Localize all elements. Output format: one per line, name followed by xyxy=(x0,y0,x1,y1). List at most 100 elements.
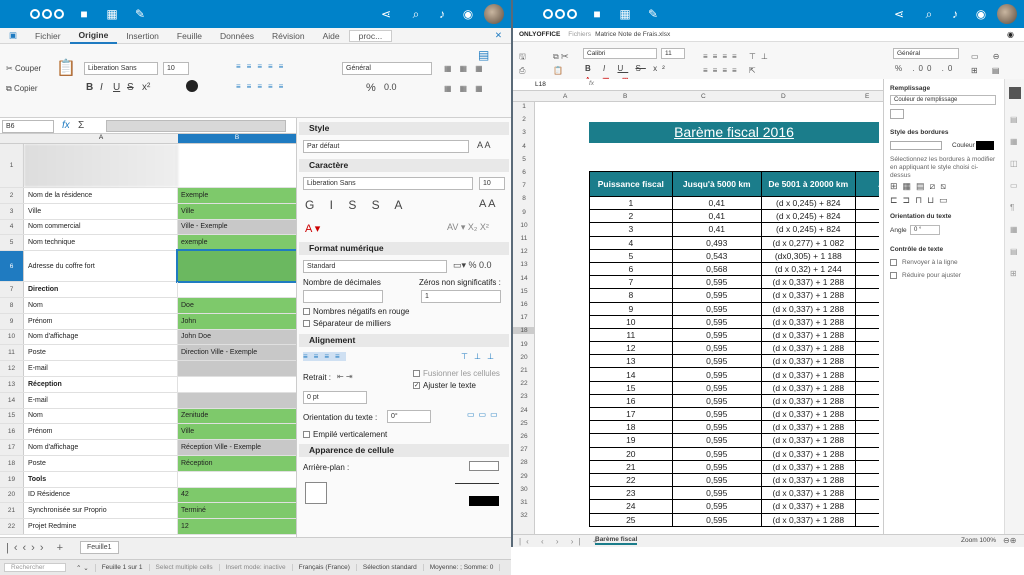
table-cell[interactable]: 10 xyxy=(589,314,673,329)
table-cell[interactable]: 14 xyxy=(589,367,673,382)
table-cell[interactable]: 21 xyxy=(589,459,673,474)
table-cell[interactable]: (d x 0,337) + 1 288 xyxy=(760,327,856,343)
align-icons-2[interactable]: ≡≡≡≡≡ xyxy=(236,82,289,91)
superscript-button[interactable]: x² xyxy=(142,82,150,93)
formula-input[interactable] xyxy=(106,120,286,132)
cell-a[interactable]: Synchronisée sur Proprio xyxy=(24,503,178,519)
cell-b[interactable]: Ville xyxy=(178,203,296,219)
table-row[interactable]: 7 Direction xyxy=(0,282,296,298)
table-cell[interactable]: 0,595 xyxy=(671,486,762,501)
cell-appearance-section-header[interactable]: Apparence de cellule xyxy=(299,444,509,457)
sheet-nav-buttons[interactable]: |‹‹›› + xyxy=(6,542,68,554)
column-header-b[interactable]: B xyxy=(178,134,296,143)
table-cell[interactable]: 0,595 xyxy=(671,420,762,435)
search-icon[interactable]: ⌕ xyxy=(402,7,430,22)
tab-insertion[interactable]: Insertion xyxy=(117,31,168,41)
table-cell[interactable]: (d x 0,337) + 1 288 xyxy=(760,288,856,303)
row-number[interactable]: 6 xyxy=(0,251,24,282)
row-number[interactable]: 19 xyxy=(513,341,535,348)
row-number[interactable]: 28 xyxy=(513,459,535,466)
table-cell[interactable]: d x 0 xyxy=(854,472,879,488)
column-header-d[interactable]: D xyxy=(781,93,786,100)
cell-a[interactable]: ID Résidence xyxy=(24,487,178,503)
cell-a[interactable]: Nom xyxy=(24,298,178,313)
table-cell[interactable]: d x 0 xyxy=(854,248,879,263)
table-cell[interactable]: 0,595 xyxy=(671,380,762,395)
settings-wrench-icon[interactable]: ✎ xyxy=(126,7,154,21)
table-cell[interactable]: d x 0 xyxy=(854,275,879,290)
cell-b[interactable] xyxy=(178,282,296,297)
row-number[interactable]: 5 xyxy=(0,235,24,251)
table-cell[interactable]: 20 xyxy=(589,446,673,461)
header-puissance[interactable]: Puissance fiscal xyxy=(589,171,673,197)
table-cell[interactable]: 6 xyxy=(589,261,673,277)
row-number[interactable]: 23 xyxy=(513,393,535,400)
row-number[interactable]: 24 xyxy=(513,407,535,414)
notifications-icon[interactable]: ♪ xyxy=(941,7,969,21)
row-number[interactable]: 22 xyxy=(513,380,535,387)
name-box[interactable]: B6 xyxy=(2,120,54,133)
table-cell[interactable]: 0,595 xyxy=(671,275,762,290)
table-cell[interactable]: d x 0 xyxy=(854,499,879,514)
table-cell[interactable]: d x 0 xyxy=(854,222,879,237)
row-number[interactable]: 30 xyxy=(513,486,535,493)
files-icon[interactable]: ■ xyxy=(583,7,611,21)
table-cell[interactable]: 23 xyxy=(589,486,673,501)
table-row[interactable]: 15 Nom Zenitude xyxy=(0,408,296,425)
table-cell[interactable]: d x 0 xyxy=(854,406,879,422)
table-row[interactable]: 19 Tools xyxy=(0,471,296,488)
decimals-spinner[interactable] xyxy=(303,290,383,303)
wrap-text-checkbox[interactable]: ✓ xyxy=(413,382,420,389)
table-cell[interactable]: (d x 0,245) + 824 xyxy=(760,195,856,211)
table-cell[interactable]: d x 0 xyxy=(854,235,879,250)
font-color-icon[interactable] xyxy=(186,80,198,92)
font-color-button[interactable]: A ▾ xyxy=(305,222,320,235)
align-icons[interactable]: ≡≡≡≡≡ xyxy=(236,62,289,71)
share-icon[interactable]: ⋖ xyxy=(372,7,400,21)
table-cell[interactable]: d x 0 xyxy=(854,420,879,435)
cell-a[interactable]: Nom technique xyxy=(24,235,178,251)
table-cell[interactable]: d x 0 xyxy=(854,195,879,211)
cell-b[interactable]: Doe xyxy=(178,298,296,313)
settings-wrench-icon[interactable]: ✎ xyxy=(639,7,667,21)
table-cell[interactable]: 7 xyxy=(589,275,673,290)
row-number[interactable]: 18 xyxy=(513,327,535,335)
sidebar-toggle-icon[interactable]: ▤ xyxy=(478,48,489,62)
negative-red-checkbox[interactable] xyxy=(303,308,310,315)
cell-borders-button[interactable] xyxy=(305,482,327,504)
cell-a[interactable]: Poste xyxy=(24,345,178,361)
cell-b[interactable] xyxy=(178,361,296,376)
row-number[interactable]: 11 xyxy=(0,345,24,361)
oo-sheet-nav[interactable]: |‹ ‹ › ›| + xyxy=(519,537,602,546)
row-number[interactable]: 16 xyxy=(513,301,535,308)
orientation-select[interactable]: 0° xyxy=(387,410,431,423)
table-cell[interactable]: 0,595 xyxy=(671,446,762,461)
table-cell[interactable]: 0,595 xyxy=(671,433,762,448)
row-number[interactable]: 4 xyxy=(513,143,535,150)
row-number[interactable]: 2 xyxy=(0,188,24,203)
cell-a[interactable]: E-mail xyxy=(24,392,178,408)
row-number[interactable]: 7 xyxy=(0,282,24,297)
number-format-icons[interactable]: ▭▾ % 0.0 xyxy=(453,260,492,271)
table-row[interactable]: 13 Réception xyxy=(0,377,296,393)
row-number[interactable]: 32 xyxy=(513,512,535,519)
share-icon[interactable]: ⋖ xyxy=(885,7,913,21)
oo-size-select[interactable]: 11 xyxy=(661,48,685,59)
row-number[interactable]: 16 xyxy=(0,424,24,440)
title-banner[interactable]: Barème fiscal 2016 xyxy=(589,122,879,143)
cell-a[interactable]: E-mail xyxy=(24,361,178,376)
table-row[interactable]: 21 Synchronisée sur Proprio Terminé xyxy=(0,503,296,520)
wrap-checkbox[interactable] xyxy=(890,259,897,266)
cell-b[interactable] xyxy=(178,377,296,392)
table-cell[interactable]: 8 xyxy=(589,288,673,303)
table-cell[interactable]: 0,595 xyxy=(671,406,762,422)
table-cell[interactable]: 0,595 xyxy=(671,512,762,527)
cell-b[interactable]: Ville - Exemple xyxy=(178,219,296,235)
cell-b[interactable]: John Doe xyxy=(178,329,296,345)
table-row[interactable]: 6 Adresse du coffre fort xyxy=(0,249,296,284)
table-cell[interactable]: (d x 0,337) + 1 288 xyxy=(760,367,856,382)
table-cell[interactable]: (d x 0,277) + 1 082 xyxy=(760,235,856,250)
corner-cell[interactable] xyxy=(0,134,24,143)
cell-b[interactable]: 12 xyxy=(178,519,296,534)
row-number[interactable]: 20 xyxy=(513,354,535,361)
